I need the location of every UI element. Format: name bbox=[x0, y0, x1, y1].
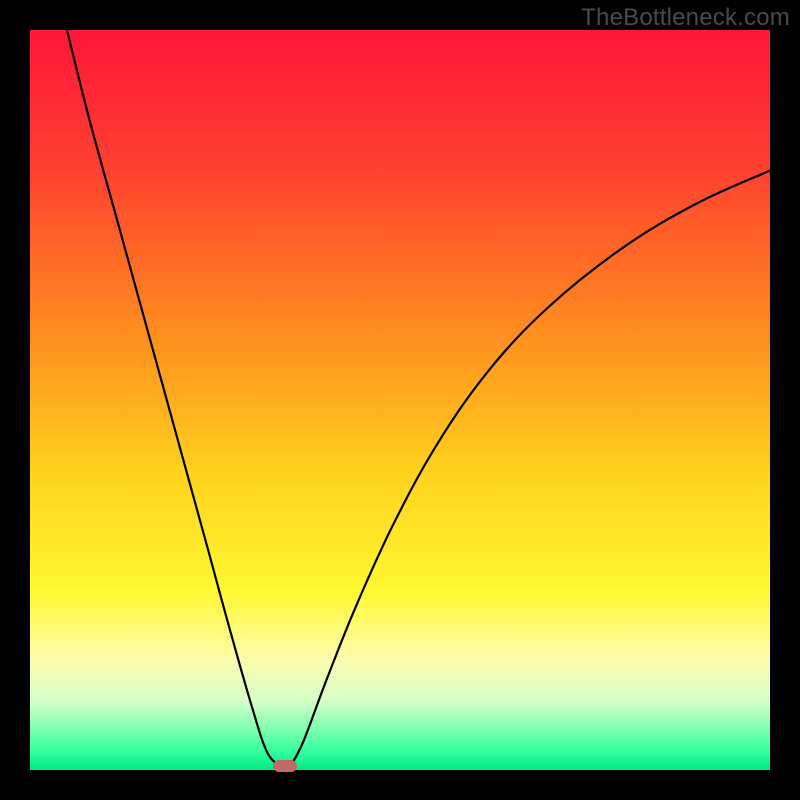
chart-frame: TheBottleneck.com bbox=[0, 0, 800, 800]
minimum-marker bbox=[273, 760, 297, 772]
gradient-background bbox=[30, 30, 770, 770]
plot-area bbox=[30, 30, 770, 770]
watermark-text: TheBottleneck.com bbox=[581, 4, 790, 32]
plot-svg bbox=[30, 30, 770, 770]
